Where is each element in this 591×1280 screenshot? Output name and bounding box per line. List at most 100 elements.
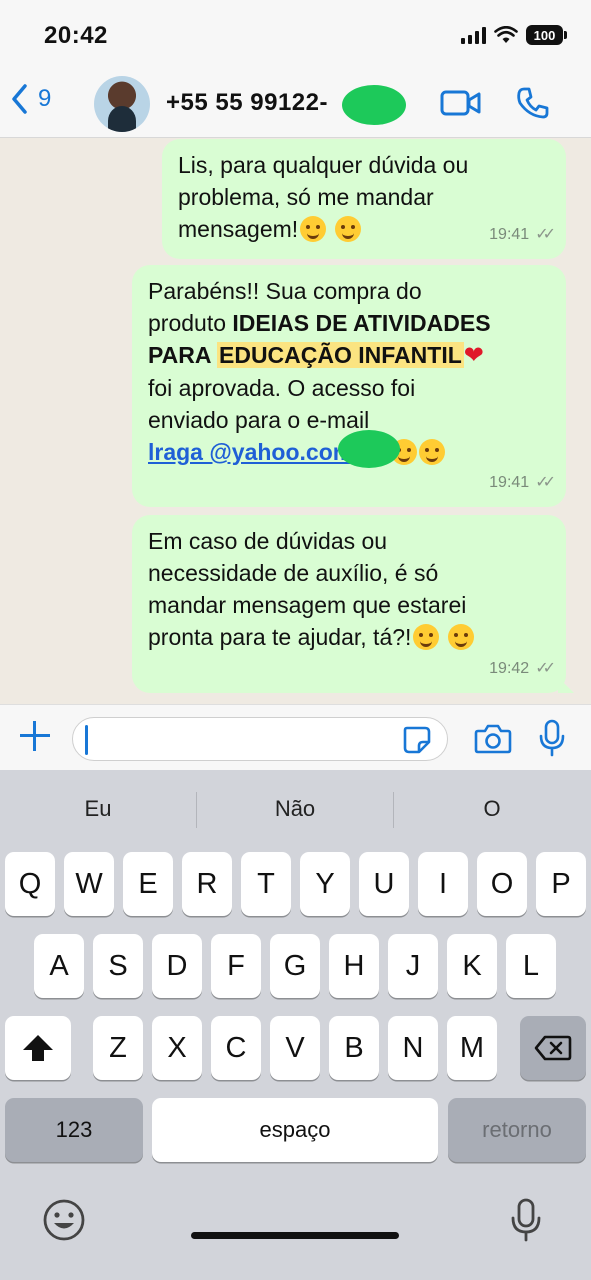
delete-key[interactable] <box>520 1016 586 1080</box>
double-check-icon: ✓✓ <box>535 474 556 491</box>
message-meta: 19:41 ✓✓ <box>489 467 556 499</box>
key-x[interactable]: X <box>152 1016 202 1080</box>
bubble-tail <box>558 677 574 693</box>
star-struck-emoji-icon <box>418 439 445 465</box>
key-n[interactable]: N <box>388 1016 438 1080</box>
microphone-icon[interactable] <box>510 1198 542 1242</box>
message-text-part: mensagem! <box>178 216 299 242</box>
status-icons: 100 <box>461 25 567 45</box>
message-text: pronta para te ajudar, tá?! <box>148 621 550 653</box>
sticker-icon[interactable] <box>402 725 432 755</box>
backspace-icon <box>534 1035 572 1061</box>
key-l[interactable]: L <box>506 934 556 998</box>
back-button[interactable]: 9 <box>10 82 51 116</box>
phone-icon[interactable] <box>516 86 550 120</box>
status-bar: 20:42 100 <box>0 0 591 70</box>
message-time: 19:41 <box>489 226 530 243</box>
key-q[interactable]: Q <box>5 852 55 916</box>
chat-header: 9 +55 55 99122- <box>0 70 591 138</box>
message-bubble[interactable]: Lis, para qualquer dúvida ou problema, s… <box>162 139 566 259</box>
key-t[interactable]: T <box>241 852 291 916</box>
key-j[interactable]: J <box>388 934 438 998</box>
return-key[interactable]: retorno <box>448 1098 586 1162</box>
product-name: IDEIAS DE ATIVIDADES <box>232 310 491 336</box>
message-text: foi aprovada. O acesso foi <box>148 375 416 401</box>
double-check-icon: ✓✓ <box>535 660 556 677</box>
shift-icon <box>23 1035 53 1061</box>
key-s[interactable]: S <box>93 934 143 998</box>
key-e[interactable]: E <box>123 852 173 916</box>
key-b[interactable]: B <box>329 1016 379 1080</box>
home-indicator <box>191 1232 399 1239</box>
message-meta: 19:42 ✓✓ <box>489 653 556 685</box>
suggestion-item[interactable]: Eu <box>0 796 196 822</box>
message-text: necessidade de auxílio, é só <box>148 560 439 586</box>
heart-emoji-icon: ❤ <box>463 342 484 369</box>
message-list[interactable]: Lis, para qualquer dúvida ou problema, s… <box>0 139 591 704</box>
message-text-part: pronta para te ajudar, tá?! <box>148 624 412 650</box>
key-g[interactable]: G <box>270 934 320 998</box>
suggestion-bar: Eu Não O <box>0 770 591 850</box>
key-d[interactable]: D <box>152 934 202 998</box>
battery-icon: 100 <box>526 25 567 45</box>
avatar[interactable] <box>94 76 150 132</box>
message-text: Lis, para qualquer dúvida ou <box>178 152 469 178</box>
key-v[interactable]: V <box>270 1016 320 1080</box>
contact-name[interactable]: +55 55 99122- <box>166 89 328 117</box>
double-check-icon: ✓✓ <box>535 226 556 243</box>
wifi-icon <box>494 26 518 43</box>
message-text-part: produto <box>148 310 233 336</box>
suggestion-item[interactable]: O <box>394 796 590 822</box>
space-key[interactable]: espaço <box>152 1098 438 1162</box>
message-time: 19:41 <box>489 474 530 491</box>
message-meta: 19:41 ✓✓ <box>489 219 556 251</box>
text-caret <box>85 725 88 755</box>
suggestion-item[interactable]: Não <box>197 796 393 822</box>
message-text: PARA EDUCAÇÃO INFANTIL❤ <box>148 339 550 372</box>
message-text: produto IDEIAS DE ATIVIDADES <box>148 307 550 339</box>
key-a[interactable]: A <box>34 934 84 998</box>
shift-key[interactable] <box>5 1016 71 1080</box>
message-time: 19:42 <box>489 660 530 677</box>
unread-count: 9 <box>38 85 52 112</box>
emoji-icon[interactable] <box>42 1198 86 1242</box>
key-w[interactable]: W <box>64 852 114 916</box>
composer-bar <box>0 704 591 770</box>
smiling-emoji-icon <box>447 624 474 650</box>
video-call-icon[interactable] <box>440 88 482 118</box>
message-text: Parabéns!! Sua compra do <box>148 278 422 304</box>
signal-icon <box>461 26 486 44</box>
chevron-left-icon <box>12 84 27 114</box>
message-bubble[interactable]: Parabéns!! Sua compra do produto IDEIAS … <box>132 265 566 507</box>
smiling-emoji-icon <box>300 216 327 242</box>
key-p[interactable]: P <box>536 852 586 916</box>
highlighted-text[interactable]: EDUCAÇÃO INFANTIL <box>217 342 464 368</box>
key-f[interactable]: F <box>211 934 261 998</box>
smiling-emoji-icon <box>334 216 361 242</box>
key-r[interactable]: R <box>182 852 232 916</box>
key-h[interactable]: H <box>329 934 379 998</box>
camera-icon[interactable] <box>474 723 512 755</box>
redaction-mark <box>338 430 400 468</box>
keyboard: Eu Não O Q W E R T Y U I O P A S D F G H… <box>0 770 591 1280</box>
microphone-icon[interactable] <box>538 719 566 757</box>
winking-emoji-icon <box>413 624 440 650</box>
message-text: problema, só me mandar <box>178 184 434 210</box>
key-m[interactable]: M <box>447 1016 497 1080</box>
message-text: mandar mensagem que estarei <box>148 592 467 618</box>
message-input[interactable] <box>72 717 448 761</box>
key-z[interactable]: Z <box>93 1016 143 1080</box>
redaction-mark <box>342 85 406 125</box>
message-text: Em caso de dúvidas ou <box>148 528 388 554</box>
key-k[interactable]: K <box>447 934 497 998</box>
key-i[interactable]: I <box>418 852 468 916</box>
key-o[interactable]: O <box>477 852 527 916</box>
product-name: PARA <box>148 342 217 368</box>
key-c[interactable]: C <box>211 1016 261 1080</box>
message-text: enviado para o e-mail <box>148 407 370 433</box>
plus-icon[interactable] <box>18 719 52 753</box>
numbers-key[interactable]: 123 <box>5 1098 143 1162</box>
key-u[interactable]: U <box>359 852 409 916</box>
key-y[interactable]: Y <box>300 852 350 916</box>
message-bubble[interactable]: Em caso de dúvidas ou necessidade de aux… <box>132 515 574 693</box>
